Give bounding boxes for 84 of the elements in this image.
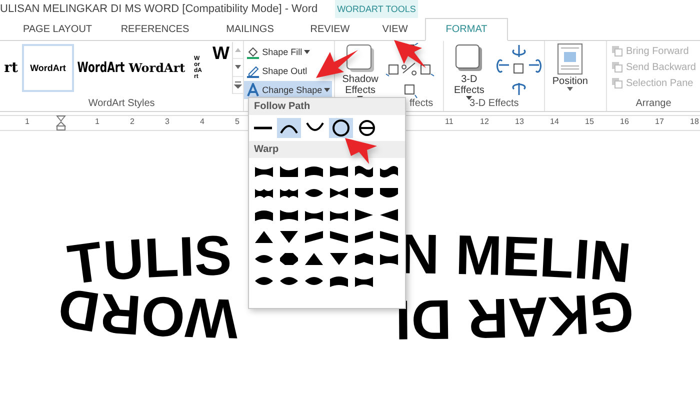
warp-shape-icon[interactable] [302,164,326,178]
warp-shape-icon[interactable] [252,164,276,178]
group-label: Arrange [634,98,672,111]
warp-shape-icon[interactable] [352,274,376,288]
warp-shape-icon[interactable] [277,208,301,222]
wordart-style-option[interactable]: WordArt [22,44,74,92]
warp-shape-icon[interactable] [302,208,326,222]
pen-icon [246,64,260,78]
warp-shape-icon[interactable] [252,230,276,244]
ruler-number: 1 [25,117,30,126]
wordart-style-option[interactable]: W [210,41,232,65]
caret-icon [567,87,574,91]
caret-icon [304,50,310,54]
caret-icon [466,96,472,100]
warp-shape-icon[interactable] [377,230,401,244]
shape-command-button[interactable]: Shape Fill [244,43,312,61]
wordart-style-option[interactable]: WordArt [128,46,186,90]
position-button[interactable]: Position [545,41,596,91]
shadow-square-icon [345,43,376,73]
warp-shape-icon[interactable] [302,230,326,244]
follow-path-option[interactable] [277,118,301,138]
warp-shape-icon[interactable] [277,164,301,178]
ribbon-tab[interactable]: REFERENCES [105,18,205,40]
contextual-tab-label: WORDART TOOLS [335,0,418,18]
annotation-arrow [392,38,428,70]
3d-effects-button[interactable]: 3-D Effects [444,41,494,100]
group-label: 3-D Effects [468,98,520,111]
shape-command-button[interactable]: Shape Outl [244,62,310,80]
warp-shape-icon[interactable] [352,230,376,244]
ruler-number: 13 [515,117,524,126]
warp-shape-icon[interactable] [327,208,351,222]
warp-shape-icon[interactable] [327,274,351,288]
ruler-number: 16 [620,117,629,126]
warp-shape-icon[interactable] [377,186,401,200]
warp-shape-icon[interactable] [252,186,276,200]
ribbon-tab[interactable]: FORMAT [425,18,508,41]
ribbon-tab[interactable]: PAGE LAYOUT [10,18,105,40]
ribbon-tab[interactable]: REVIEW [295,18,365,40]
ruler-number: 5 [235,117,240,126]
ruler-number: 3 [165,117,170,126]
warp-shape-icon[interactable] [327,252,351,266]
ruler-number: 18 [690,117,699,126]
warp-shape-icon[interactable] [377,252,401,266]
warp-shape-icon[interactable] [277,186,301,200]
layers-icon [610,45,623,57]
ruler-number: 1 [95,117,100,126]
group-label: WordArt Styles [87,98,156,111]
ruler-number: 15 [585,117,594,126]
layers-icon [610,77,623,89]
paint-bucket-icon [246,45,260,59]
page-picture-icon [557,43,584,75]
indent-marker-icon[interactable] [56,115,66,131]
ruler-number: 17 [655,117,664,126]
window-title: ULISAN MELINGKAR DI MS WORD [Compatibility Mode] - Word [0,3,318,15]
warp-shape-icon[interactable] [352,164,376,178]
3d-square-icon [454,43,484,73]
ruler-number: 12 [480,117,489,126]
ribbon-tab[interactable]: VIEW [365,18,425,40]
warp-shape-icon[interactable] [327,186,351,200]
group-label: ffects [408,98,434,111]
wordart-style-option[interactable]: WordArt [79,46,123,90]
ruler-number: 4 [200,117,204,126]
warp-shape-icon[interactable] [327,164,351,178]
warp-shape-icon[interactable] [252,208,276,222]
wordart-style-option[interactable]: rt [0,46,18,90]
annotation-arrow [343,136,379,166]
warp-shape-icon[interactable] [377,164,401,178]
menu-section-header: Follow Path [249,98,405,115]
ribbon-tab[interactable]: MAILINGS [205,18,295,40]
warp-shape-icon[interactable] [352,252,376,266]
ruler-number: 2 [130,117,134,126]
follow-path-option[interactable] [329,118,353,138]
circle-icon [331,119,351,137]
ruler-number: 14 [550,117,559,126]
letter-a-icon [246,83,260,97]
warp-shape-icon[interactable] [277,252,301,266]
caret-icon [324,88,330,92]
warp-shape-icon[interactable] [327,230,351,244]
line-icon [253,126,273,130]
layers-icon [610,61,623,73]
ruler-number: 11 [445,117,454,126]
warp-shape-icon[interactable] [352,186,376,200]
warp-shape-icon[interactable] [302,252,326,266]
warp-shape-icon[interactable] [277,230,301,244]
